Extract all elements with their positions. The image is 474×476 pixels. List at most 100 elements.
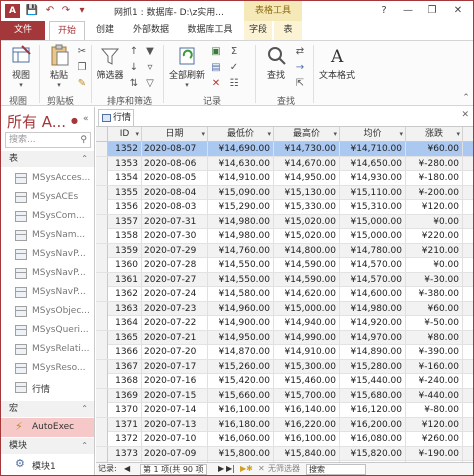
table-cell[interactable]: ¥-190.00 bbox=[406, 446, 463, 461]
table-row[interactable]: 1363 2020-07-23 ¥14,960.00 ¥15,000.00 ¥14,98… bbox=[96, 301, 473, 316]
table-cell[interactable]: ¥14,760.00 bbox=[208, 243, 274, 258]
quick-access-more-icon[interactable]: ▾ bbox=[75, 4, 89, 18]
table-cell[interactable]: ¥15,090.00 bbox=[208, 185, 274, 200]
table-cell[interactable]: 1353 bbox=[108, 156, 142, 171]
table-cell[interactable]: ¥60.00 bbox=[406, 142, 463, 156]
nav-pane-title[interactable]: 所有 A... bbox=[7, 111, 66, 132]
table-cell[interactable]: ¥220.00 bbox=[406, 229, 463, 243]
table-cell[interactable]: 2020-08-03 bbox=[142, 200, 208, 214]
table-cell[interactable]: ¥14,550.00 bbox=[208, 272, 274, 287]
table-row[interactable]: 1369 2020-07-15 ¥15,660.00 ¥15,700.00 ¥15,68… bbox=[96, 388, 473, 403]
table-cell[interactable]: 2020-07-21 bbox=[142, 330, 208, 345]
tab-create[interactable]: 创建 bbox=[89, 21, 121, 40]
record-selector[interactable] bbox=[96, 345, 108, 359]
table-cell[interactable]: 2020-07-28 bbox=[142, 258, 208, 272]
table-cell[interactable]: ¥15,110.00 bbox=[340, 185, 406, 200]
table-row[interactable]: 1372 2020-07-10 ¥16,060.00 ¥16,100.00 ¥16,08… bbox=[96, 432, 473, 447]
table-cell[interactable]: ¥14,710.00 bbox=[340, 142, 406, 156]
table-cell[interactable]: ¥16,200.00 bbox=[340, 417, 406, 432]
record-selector[interactable] bbox=[96, 330, 108, 345]
table-row[interactable]: 1358 2020-07-30 ¥14,980.00 ¥15,020.00 ¥15,00… bbox=[96, 229, 473, 244]
record-selector[interactable] bbox=[96, 417, 108, 432]
table-row[interactable]: 1355 2020-08-04 ¥15,090.00 ¥15,130.00 ¥15,11… bbox=[96, 185, 473, 200]
table-cell[interactable]: 1366 bbox=[108, 345, 142, 359]
tab-external-data[interactable]: 外部数据 bbox=[125, 21, 177, 40]
view-button[interactable]: 视图 ▾ bbox=[7, 44, 35, 89]
column-header[interactable]: 最低价 ▾ bbox=[208, 127, 274, 142]
table-cell[interactable]: 2020-07-23 bbox=[142, 301, 208, 316]
table-cell[interactable]: 2020-07-29 bbox=[142, 243, 208, 258]
table-cell[interactable]: 2020-07-13 bbox=[142, 417, 208, 432]
table-row[interactable]: 1359 2020-07-29 ¥14,760.00 ¥14,800.00 ¥14,78… bbox=[96, 243, 473, 258]
tab-fields[interactable]: 字段 bbox=[244, 21, 272, 40]
more-records-icon[interactable]: ☷ bbox=[227, 77, 241, 91]
table-row[interactable]: 1353 2020-08-06 ¥14,630.00 ¥14,670.00 ¥14,65… bbox=[96, 156, 473, 171]
table-cell[interactable]: ¥14,960.00 bbox=[208, 301, 274, 316]
advanced-filter-icon[interactable]: ▿ bbox=[143, 61, 157, 75]
record-position-input[interactable]: 第 1 项(共 90 项 bbox=[140, 464, 207, 475]
table-cell[interactable]: 1352 bbox=[108, 142, 142, 156]
table-cell[interactable]: 1357 bbox=[108, 214, 142, 229]
table-cell[interactable]: ¥15,020.00 bbox=[274, 229, 340, 243]
table-cell[interactable]: ¥14,970.00 bbox=[340, 330, 406, 345]
table-cell[interactable]: 1373 bbox=[108, 446, 142, 461]
table-cell[interactable]: ¥14,580.00 bbox=[208, 287, 274, 301]
nav-item-module1[interactable]: ⚙ 模块1 bbox=[1, 455, 94, 474]
table-cell[interactable]: ¥-240.00 bbox=[406, 374, 463, 388]
table-cell[interactable]: 1358 bbox=[108, 229, 142, 243]
table-cell[interactable]: 1363 bbox=[108, 301, 142, 316]
table-cell[interactable]: ¥15,680.00 bbox=[340, 388, 406, 403]
table-cell[interactable]: ¥260.00 bbox=[406, 432, 463, 446]
paste-button[interactable]: 粘贴 ▾ bbox=[45, 44, 73, 89]
table-row[interactable]: 1356 2020-08-03 ¥15,290.00 ¥15,330.00 ¥15,31… bbox=[96, 200, 473, 215]
table-cell[interactable]: ¥15,000.00 bbox=[340, 214, 406, 229]
table-cell[interactable]: ¥16,220.00 bbox=[274, 417, 340, 432]
column-header[interactable]: 最高价 ▾ bbox=[274, 127, 340, 142]
table-cell[interactable]: ¥-160.00 bbox=[406, 359, 463, 374]
table-cell[interactable]: ¥14,550.00 bbox=[208, 258, 274, 272]
table-row[interactable]: 1365 2020-07-21 ¥14,950.00 ¥14,990.00 ¥14,97… bbox=[96, 330, 473, 345]
table-cell[interactable]: 1371 bbox=[108, 417, 142, 432]
table-cell[interactable]: ¥15,330.00 bbox=[274, 200, 340, 214]
table-cell[interactable]: ¥14,590.00 bbox=[274, 272, 340, 287]
format-painter-icon[interactable]: ✎ bbox=[75, 77, 89, 91]
table-cell[interactable]: ¥14,730.00 bbox=[274, 142, 340, 156]
record-selector[interactable] bbox=[96, 446, 108, 461]
table-cell[interactable]: ¥16,120.00 bbox=[340, 403, 406, 417]
nav-item-table[interactable]: MSysNavP... bbox=[1, 283, 94, 302]
table-cell[interactable]: ¥14,980.00 bbox=[208, 214, 274, 229]
table-cell[interactable]: ¥15,310.00 bbox=[340, 200, 406, 214]
table-cell[interactable]: 2020-07-16 bbox=[142, 374, 208, 388]
record-selector[interactable] bbox=[96, 432, 108, 446]
table-cell[interactable]: ¥14,600.00 bbox=[340, 287, 406, 301]
table-cell[interactable]: 2020-08-05 bbox=[142, 171, 208, 185]
tab-file[interactable]: 文件 bbox=[1, 21, 45, 40]
table-row[interactable]: 1352 2020-08-07 ¥14,690.00 ¥14,730.00 ¥14,71… bbox=[96, 142, 473, 157]
table-cell[interactable]: ¥16,180.00 bbox=[208, 417, 274, 432]
record-selector[interactable] bbox=[96, 258, 108, 272]
table-row[interactable]: 1362 2020-07-24 ¥14,580.00 ¥14,620.00 ¥14,60… bbox=[96, 287, 473, 302]
table-cell[interactable]: 2020-07-10 bbox=[142, 432, 208, 446]
table-cell[interactable]: ¥14,590.00 bbox=[274, 258, 340, 272]
table-cell[interactable]: ¥14,670.00 bbox=[274, 156, 340, 171]
totals-icon[interactable]: Σ bbox=[227, 45, 241, 59]
table-row[interactable]: 1373 2020-07-09 ¥15,800.00 ¥15,840.00 ¥15,82… bbox=[96, 446, 473, 461]
sort-ascending-icon[interactable]: ↑ bbox=[127, 45, 141, 59]
column-dropdown-icon[interactable]: ▾ bbox=[201, 127, 205, 142]
table-cell[interactable]: 2020-07-09 bbox=[142, 446, 208, 461]
table-cell[interactable]: ¥14,900.00 bbox=[208, 316, 274, 330]
table-cell[interactable]: 2020-08-07 bbox=[142, 142, 208, 156]
record-selector[interactable] bbox=[96, 142, 108, 156]
table-cell[interactable]: 2020-08-06 bbox=[142, 156, 208, 171]
table-cell[interactable]: ¥16,140.00 bbox=[274, 403, 340, 417]
table-cell[interactable]: ¥14,920.00 bbox=[340, 316, 406, 330]
record-selector[interactable] bbox=[96, 171, 108, 185]
table-row[interactable]: 1364 2020-07-22 ¥14,900.00 ¥14,940.00 ¥14,92… bbox=[96, 316, 473, 331]
nav-item-table[interactable]: MSysNam... bbox=[1, 226, 94, 245]
table-cell[interactable]: ¥15,440.00 bbox=[340, 374, 406, 388]
undo-icon[interactable]: ↶ bbox=[43, 4, 57, 18]
table-row[interactable]: 1370 2020-07-14 ¥16,100.00 ¥16,140.00 ¥16,12… bbox=[96, 403, 473, 418]
nav-group-modules[interactable]: 模块 ⌃ bbox=[1, 438, 94, 454]
record-selector[interactable] bbox=[96, 403, 108, 417]
refresh-all-button[interactable]: 全部刷新 ▾ bbox=[167, 44, 207, 89]
